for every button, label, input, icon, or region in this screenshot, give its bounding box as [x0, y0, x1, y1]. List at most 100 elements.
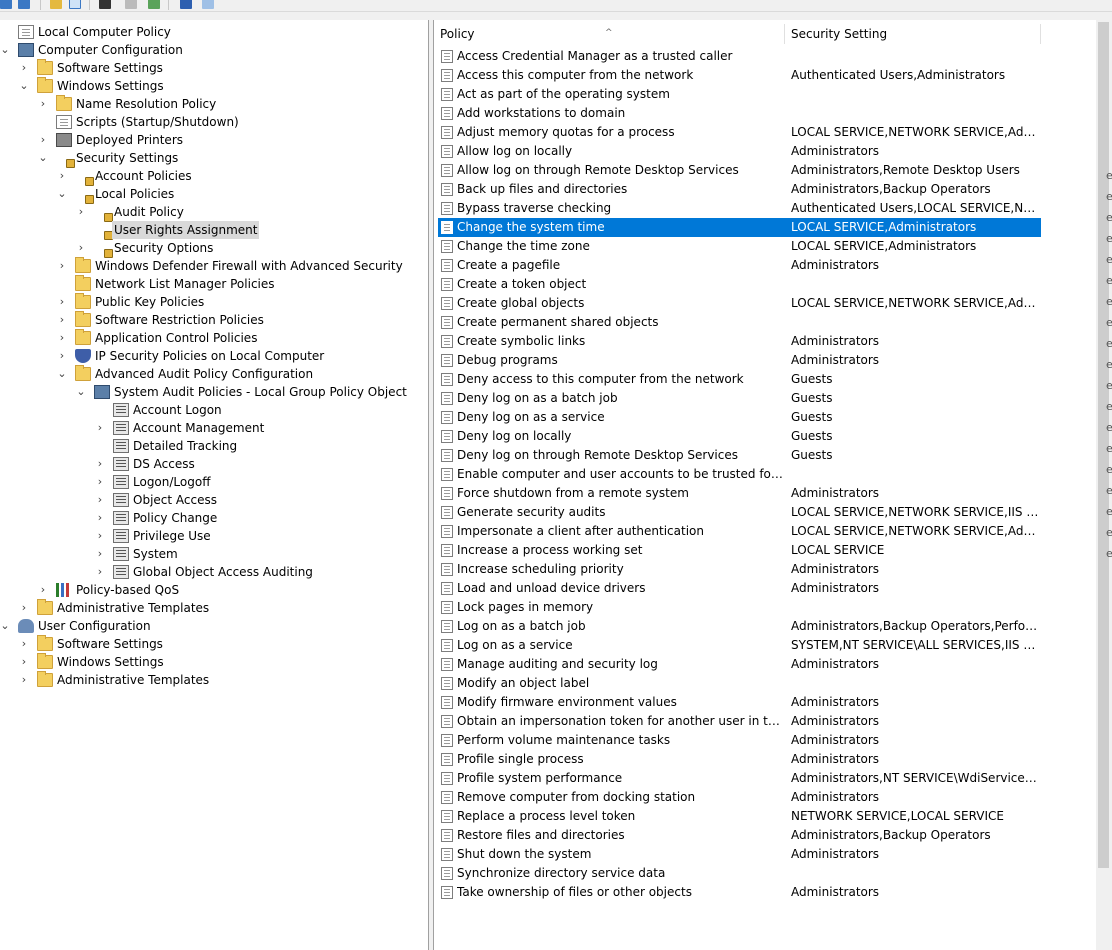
expand-arrow-icon[interactable]: ›	[57, 347, 67, 365]
collapse-arrow-icon[interactable]: ⌄	[19, 77, 29, 95]
policy-row[interactable]: Deny log on through Remote Desktop Servi…	[438, 446, 1041, 465]
tree-node[interactable]: › Windows Defender Firewall with Advanced…	[0, 257, 428, 275]
policy-row[interactable]: Create a pagefile Administrators	[438, 256, 1041, 275]
tree-node[interactable]: › Account Policies	[0, 167, 428, 186]
export-list-icon[interactable]	[148, 0, 160, 9]
policy-row[interactable]: Deny log on as a service Guests	[438, 408, 1041, 427]
tree-node[interactable]: ⌄ Advanced Audit Policy Configuration	[0, 365, 428, 383]
tree-node[interactable]: › Windows Settings	[0, 653, 428, 671]
policy-row[interactable]: Deny access to this computer from the ne…	[438, 370, 1041, 389]
back-icon[interactable]	[0, 0, 12, 9]
tree-node[interactable]: › Deployed Printers	[0, 131, 428, 149]
tree-node[interactable]: › Account Management	[0, 419, 428, 437]
tree-node[interactable]: › Application Control Policies	[0, 329, 428, 347]
policy-row[interactable]: Act as part of the operating system	[438, 85, 1041, 104]
delete-icon[interactable]	[99, 0, 111, 9]
expand-arrow-icon[interactable]: ›	[76, 203, 86, 221]
expand-arrow-icon[interactable]: ›	[95, 545, 105, 563]
policy-row[interactable]: Access this computer from the network Aut…	[438, 66, 1041, 85]
tree-node[interactable]: › Administrative Templates	[0, 599, 428, 617]
expand-arrow-icon[interactable]: ›	[57, 167, 67, 185]
expand-arrow-icon[interactable]: ›	[95, 527, 105, 545]
tree-node[interactable]: › Logon/Logoff	[0, 473, 428, 491]
tree-node[interactable]: › Software Settings	[0, 59, 428, 77]
expand-arrow-icon[interactable]: ›	[57, 329, 67, 347]
expand-arrow-icon[interactable]: ›	[95, 491, 105, 509]
policy-row[interactable]: Create global objects LOCAL SERVICE,NETWO…	[438, 294, 1041, 313]
column-divider[interactable]	[1040, 24, 1041, 44]
policy-row[interactable]: Adjust memory quotas for a process LOCAL …	[438, 123, 1041, 142]
tree-node[interactable]: ⌄ Computer Configuration	[0, 41, 428, 59]
policy-row[interactable]: Log on as a batch job Administrators,Back…	[438, 617, 1041, 636]
expand-arrow-icon[interactable]: ›	[57, 257, 67, 275]
collapse-arrow-icon[interactable]: ⌄	[76, 383, 86, 401]
policy-row[interactable]: Synchronize directory service data	[438, 864, 1041, 883]
policy-row[interactable]: Allow log on locally Administrators	[438, 142, 1041, 161]
policy-row[interactable]: Add workstations to domain	[438, 104, 1041, 123]
policy-row[interactable]: Load and unload device drivers Administra…	[438, 579, 1041, 598]
console-tree[interactable]: Local Computer Policy ⌄ Computer Configura…	[0, 20, 429, 950]
tree-node[interactable]: Network List Manager Policies	[0, 275, 428, 293]
show-hide-tree-icon[interactable]	[69, 0, 81, 9]
collapse-arrow-icon[interactable]: ⌄	[38, 149, 48, 167]
policy-row[interactable]: Replace a process level token NETWORK SER…	[438, 807, 1041, 826]
policy-row[interactable]: Profile system performance Administrators…	[438, 769, 1041, 788]
policy-row[interactable]: Create a token object	[438, 275, 1041, 294]
policy-row[interactable]: Take ownership of files or other objects…	[438, 883, 1041, 902]
tree-node[interactable]: › Security Options	[0, 239, 428, 258]
tree-node[interactable]: ⌄ System Audit Policies - Local Group Pol…	[0, 383, 428, 401]
expand-arrow-icon[interactable]: ›	[19, 59, 29, 77]
tree-node[interactable]: › Audit Policy	[0, 203, 428, 222]
tree-node[interactable]: Account Logon	[0, 401, 428, 419]
expand-arrow-icon[interactable]: ›	[57, 311, 67, 329]
expand-arrow-icon[interactable]: ›	[19, 653, 29, 671]
policy-row[interactable]: Profile single process Administrators	[438, 750, 1041, 769]
tree-node[interactable]: › System	[0, 545, 428, 563]
tree-node[interactable]: › Policy Change	[0, 509, 428, 527]
policy-row[interactable]: Perform volume maintenance tasks Administ…	[438, 731, 1041, 750]
expand-arrow-icon[interactable]: ›	[19, 671, 29, 689]
tree-node[interactable]: › Public Key Policies	[0, 293, 428, 311]
policy-row[interactable]: Debug programs Administrators	[438, 351, 1041, 370]
tree-node[interactable]: › Global Object Access Auditing	[0, 563, 428, 581]
tree-node[interactable]: Detailed Tracking	[0, 437, 428, 455]
expand-arrow-icon[interactable]: ›	[95, 473, 105, 491]
policy-row[interactable]: Back up files and directories Administrat…	[438, 180, 1041, 199]
policy-row[interactable]: Lock pages in memory	[438, 598, 1041, 617]
policy-row[interactable]: Increase scheduling priority Administrato…	[438, 560, 1041, 579]
policy-row[interactable]: Restore files and directories Administrat…	[438, 826, 1041, 845]
action-pane-icon[interactable]	[202, 0, 214, 9]
policy-row[interactable]: Bypass traverse checking Authenticated Us…	[438, 199, 1041, 218]
forward-icon[interactable]	[18, 0, 30, 9]
expand-arrow-icon[interactable]: ›	[95, 455, 105, 473]
expand-arrow-icon[interactable]: ›	[95, 563, 105, 581]
expand-arrow-icon[interactable]: ›	[38, 95, 48, 113]
policy-row[interactable]: Shut down the system Administrators	[438, 845, 1041, 864]
collapse-arrow-icon[interactable]: ⌄	[0, 41, 10, 59]
properties-icon[interactable]	[125, 0, 137, 9]
tree-node[interactable]: ⌄ Local Policies	[0, 185, 428, 204]
collapse-arrow-icon[interactable]: ⌄	[57, 185, 67, 203]
policy-row[interactable]: Access Credential Manager as a trusted c…	[438, 47, 1041, 66]
policy-row[interactable]: Force shutdown from a remote system Admin…	[438, 484, 1041, 503]
policy-row[interactable]: Change the system time LOCAL SERVICE,Admi…	[438, 218, 1041, 237]
tree-node[interactable]: Scripts (Startup/Shutdown)	[0, 113, 428, 131]
expand-arrow-icon[interactable]: ›	[57, 293, 67, 311]
expand-arrow-icon[interactable]: ›	[95, 419, 105, 437]
tree-node[interactable]: › IP Security Policies on Local Computer	[0, 347, 428, 365]
policy-row[interactable]: Allow log on through Remote Desktop Serv…	[438, 161, 1041, 180]
policy-row[interactable]: Obtain an impersonation token for anothe…	[438, 712, 1041, 731]
tree-node[interactable]: › Name Resolution Policy	[0, 95, 428, 113]
policy-row[interactable]: Modify an object label	[438, 674, 1041, 693]
tree-node[interactable]: › Software Settings	[0, 635, 428, 653]
tree-node[interactable]: ⌄ Windows Settings	[0, 77, 428, 95]
expand-arrow-icon[interactable]: ›	[76, 239, 86, 257]
tree-node[interactable]: User Rights Assignment	[0, 221, 428, 240]
policy-row[interactable]: Deny log on locally Guests	[438, 427, 1041, 446]
tree-node[interactable]: › DS Access	[0, 455, 428, 473]
tree-node[interactable]: Local Computer Policy	[0, 23, 428, 41]
tree-node[interactable]: › Software Restriction Policies	[0, 311, 428, 329]
policy-row[interactable]: Enable computer and user accounts to be …	[438, 465, 1041, 484]
details-pane[interactable]: Policy ^ Security Setting Access Credent…	[433, 20, 1096, 950]
policy-row[interactable]: Modify firmware environment values Admini…	[438, 693, 1041, 712]
